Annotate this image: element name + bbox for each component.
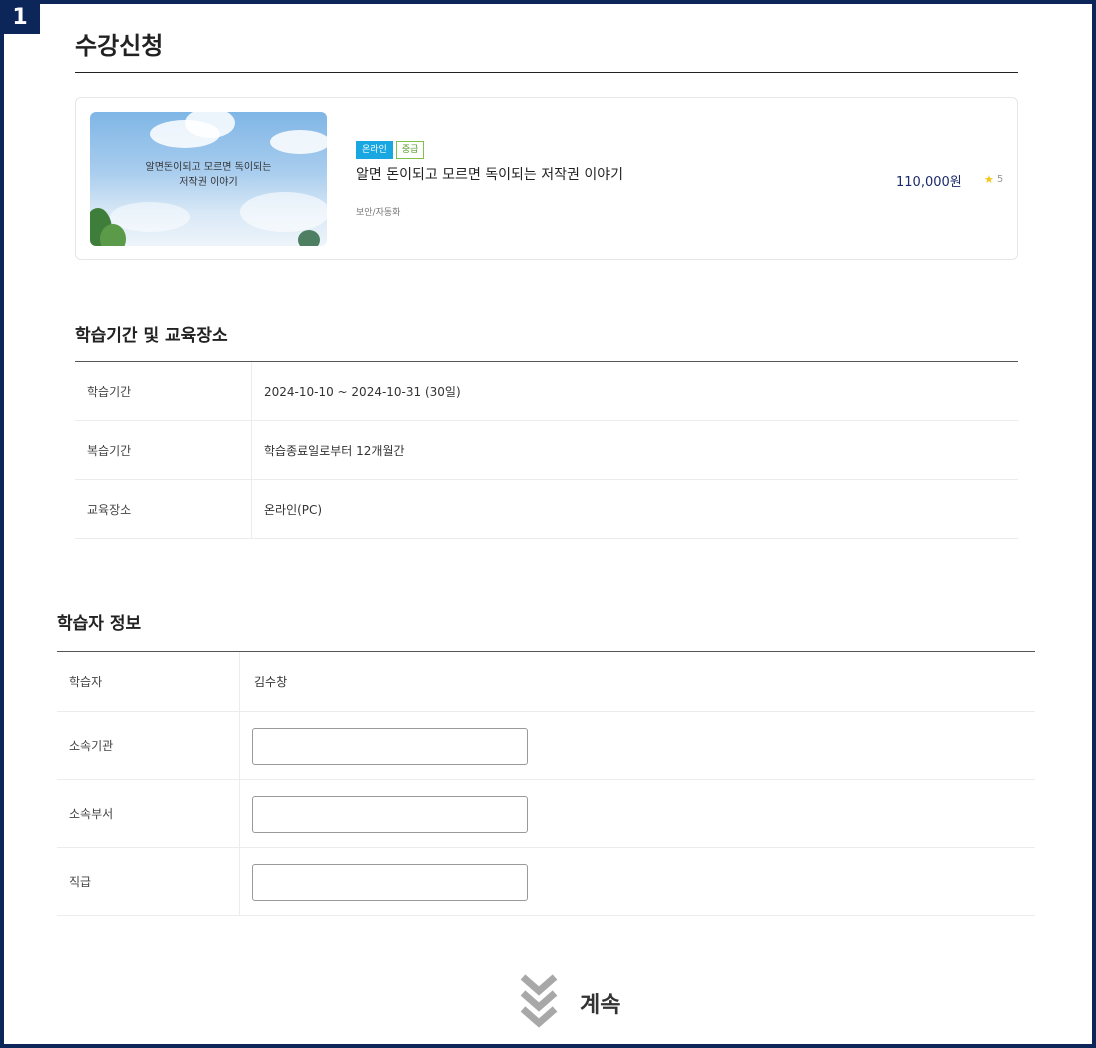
department-label: 소속부서 bbox=[57, 780, 240, 847]
row-label: 교육장소 bbox=[75, 480, 252, 538]
course-rating: ★ 5 bbox=[984, 173, 1003, 186]
course-card[interactable]: 알면돈이되고 모르면 독이되는 저작권 이야기 온라인 중급 알면 돈이되고 모… bbox=[75, 97, 1018, 260]
rank-label: 직급 bbox=[57, 848, 240, 915]
course-name[interactable]: 알면 돈이되고 모르면 독이되는 저작권 이야기 bbox=[356, 164, 623, 184]
table-row: 학습자 김수창 bbox=[57, 652, 1035, 712]
thumbnail-caption-line2: 저작권 이야기 bbox=[179, 177, 238, 188]
organization-input[interactable] bbox=[252, 728, 528, 765]
continue-indicator[interactable]: 계속 bbox=[520, 973, 620, 1033]
learner-name-label: 학습자 bbox=[57, 652, 240, 711]
organization-label: 소속기관 bbox=[57, 712, 240, 779]
row-value: 온라인(PC) bbox=[264, 502, 323, 517]
level-badge: 중급 bbox=[395, 141, 425, 159]
department-input[interactable] bbox=[252, 796, 528, 833]
double-chevron-down-icon bbox=[520, 973, 558, 1033]
row-label: 학습기간 bbox=[75, 362, 252, 420]
thumbnail-caption: 알면돈이되고 모르면 독이되는 저작권 이야기 bbox=[90, 160, 327, 190]
page-title: 수강신청 bbox=[75, 32, 164, 60]
table-row: 학습기간 2024-10-10 ~ 2024-10-31 (30일) bbox=[75, 362, 1018, 421]
table-row: 직급 bbox=[57, 848, 1035, 916]
row-value: 학습종료일로부터 12개월간 bbox=[264, 443, 405, 458]
learner-name-value: 김수창 bbox=[254, 675, 288, 689]
online-badge: 온라인 bbox=[356, 141, 393, 159]
thumbnail-caption-line1: 알면돈이되고 모르면 독이되는 bbox=[145, 162, 272, 173]
rating-value: 5 bbox=[996, 174, 1004, 185]
table-row: 교육장소 온라인(PC) bbox=[75, 480, 1018, 539]
learner-section-title: 학습자 정보 bbox=[57, 614, 142, 634]
schedule-section-title: 학습기간 및 교육장소 bbox=[75, 326, 228, 346]
course-badges: 온라인 중급 bbox=[356, 141, 425, 159]
title-divider bbox=[75, 72, 1018, 73]
continue-label: 계속 bbox=[580, 993, 621, 1018]
row-value: 2024-10-10 ~ 2024-10-31 (30일) bbox=[264, 384, 461, 399]
star-icon: ★ bbox=[984, 173, 994, 186]
course-price: 110,000원 bbox=[896, 175, 962, 190]
course-category: 보안/자동화 bbox=[356, 208, 401, 218]
course-thumbnail: 알면돈이되고 모르면 독이되는 저작권 이야기 bbox=[90, 112, 327, 246]
table-row: 복습기간 학습종료일로부터 12개월간 bbox=[75, 421, 1018, 480]
table-row: 소속부서 bbox=[57, 780, 1035, 848]
rank-input[interactable] bbox=[252, 864, 528, 901]
table-row: 소속기관 bbox=[57, 712, 1035, 780]
step-number-badge: 1 bbox=[0, 0, 40, 34]
row-label: 복습기간 bbox=[75, 421, 252, 479]
